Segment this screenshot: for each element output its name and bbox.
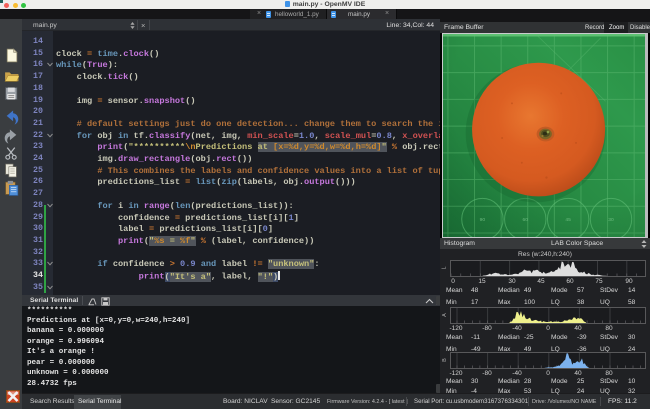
- svg-text:60: 60: [523, 217, 529, 223]
- svg-text:90: 90: [480, 217, 486, 223]
- svg-text:30: 30: [608, 217, 614, 223]
- svg-text:45: 45: [565, 217, 571, 223]
